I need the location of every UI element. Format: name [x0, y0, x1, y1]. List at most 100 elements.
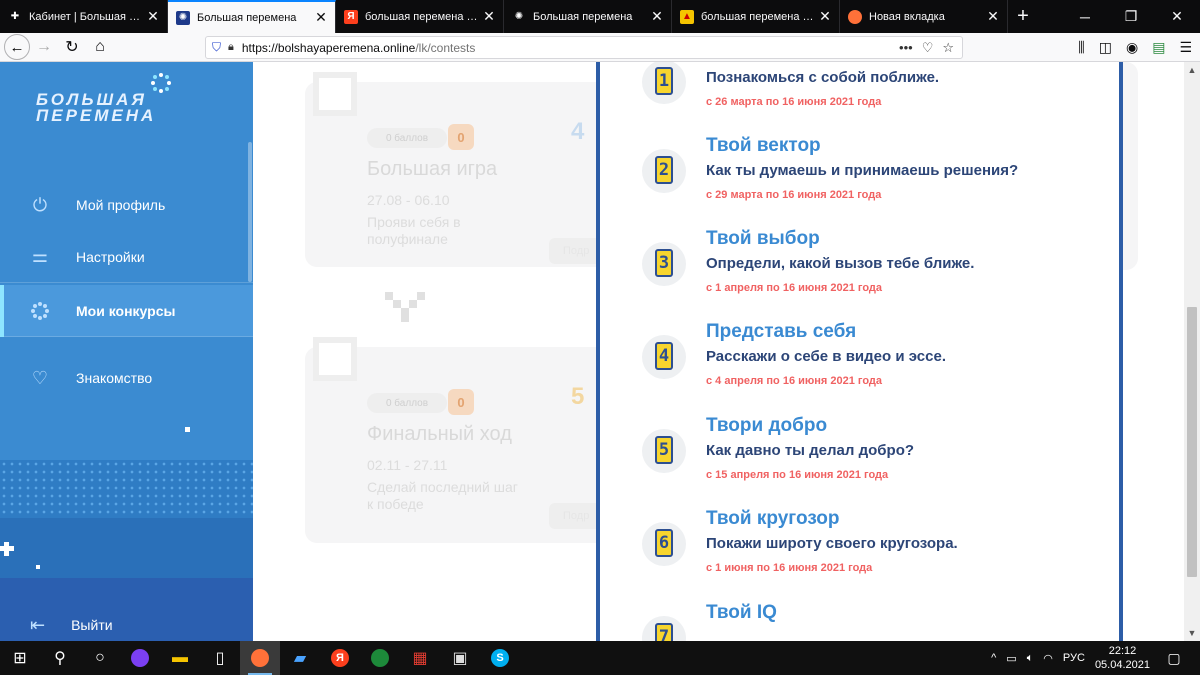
dots-logo-icon: ✺	[176, 10, 190, 25]
sidebar-item-acquaintance[interactable]: ♡ Знакомство	[0, 352, 253, 404]
close-tab-icon[interactable]: ✕	[313, 9, 329, 26]
app-icon[interactable]	[360, 641, 400, 675]
stage-number: 3	[655, 249, 673, 277]
site-logo[interactable]: БОЛЬШАЯ ПЕРЕМЕНА	[36, 91, 157, 125]
clock-date: 05.04.2021	[1094, 659, 1150, 671]
notepad-icon[interactable]: ▯	[200, 641, 240, 675]
menu-icon[interactable]: ☰	[1179, 39, 1192, 56]
library-icon[interactable]: ⫼	[1078, 39, 1084, 56]
battery-icon[interactable]: ▭	[1006, 652, 1016, 665]
windows-start-icon[interactable]: ⊞	[0, 641, 40, 675]
pixel-decoration	[4, 542, 9, 556]
close-tab-icon[interactable]: ✕	[481, 8, 497, 25]
card-dates: 02.11 - 27.11	[367, 457, 448, 473]
close-tab-icon[interactable]: ✕	[649, 8, 665, 25]
stage-number: 7	[655, 623, 673, 641]
wifi-icon[interactable]: ◠	[1043, 652, 1053, 665]
close-tab-icon[interactable]: ✕	[817, 8, 833, 25]
points-badge: 0 баллов	[367, 393, 447, 413]
back-button[interactable]: ←	[4, 34, 30, 60]
notification-icon[interactable]: ▢	[1160, 650, 1188, 667]
browser-tab[interactable]: Я большая перемена — Я ✕	[336, 0, 504, 33]
sidebar-scrollbar[interactable]	[248, 142, 252, 282]
page-actions-icon[interactable]: •••	[899, 40, 913, 56]
alice-icon[interactable]	[120, 641, 160, 675]
card-description: Сделай последний шаг к победе	[367, 479, 518, 512]
decoration-band	[0, 518, 253, 578]
minimize-icon[interactable]: ─	[1062, 0, 1108, 33]
url-path: /lk/contests	[415, 40, 476, 55]
stage-number-badge: 3	[642, 242, 686, 286]
account-icon[interactable]: ◉	[1126, 39, 1138, 56]
card-title: Большая игра	[367, 158, 498, 180]
task-view-icon[interactable]: ○	[80, 641, 120, 675]
extension-icon[interactable]: ▤	[1152, 39, 1165, 56]
stage-number: 1	[655, 67, 673, 95]
lock-icon[interactable]: 🔒︎	[228, 41, 234, 54]
toolbar-right: ⫼ ◫ ◉ ▤ ☰	[1078, 33, 1192, 62]
chevron-down-icon	[385, 292, 425, 322]
stage-subtitle: Расскажи о себе в видео и эссе.	[706, 348, 946, 365]
stage-number: 4	[571, 118, 585, 145]
pixel-decoration	[185, 427, 190, 432]
plus-icon: ✚	[10, 11, 20, 22]
file-explorer-icon[interactable]: ▬	[160, 641, 200, 675]
tab-title: Новая вкладка	[869, 10, 945, 23]
sidebar-item-label: Мой профиль	[76, 197, 166, 213]
system-tray: ^ ▭ 🔈︎ ◠ РУС 22:12 05.04.2021 ▢	[991, 644, 1200, 672]
search-icon[interactable]: ⚲	[40, 641, 80, 675]
browser-tab[interactable]: ▲ большая перемена кон ✕	[672, 0, 840, 33]
bookmark-star-icon[interactable]: ☆	[942, 40, 954, 56]
volume-icon[interactable]: 🔈︎	[1027, 652, 1034, 665]
stage-subtitle: Покажи широту своего кругозора.	[706, 535, 958, 552]
tab-title: Большая перемена	[197, 11, 297, 24]
skype-icon[interactable]: S	[480, 641, 520, 675]
url-bar[interactable]: ⛉ 🔒︎ https://bolshayaperemena.online/lk/…	[205, 36, 963, 59]
browser-tab-active[interactable]: ✺ Большая перемена ✕	[168, 0, 336, 33]
reload-button[interactable]: ↻	[58, 34, 86, 60]
scrollbar-thumb[interactable]	[1187, 307, 1197, 577]
home-button[interactable]: ⌂	[86, 34, 114, 60]
logout-button[interactable]: ⇤ Выйти	[0, 610, 253, 640]
sidebar-toggle-icon[interactable]: ◫	[1099, 39, 1112, 56]
yandex-icon: Я	[344, 9, 358, 24]
browser-tab[interactable]: ✚ Кабинет | Большая пере ✕	[0, 0, 168, 33]
logo-line-2: ПЕРЕМЕНА	[36, 106, 157, 125]
window-controls: ─ ❐ ✕	[1062, 0, 1200, 33]
new-tab-button[interactable]: +	[1008, 0, 1038, 33]
stage-number-badge: 2	[642, 149, 686, 193]
language-indicator[interactable]: РУС	[1063, 652, 1085, 664]
close-tab-icon[interactable]: ✕	[985, 8, 1001, 25]
sidebar-item-settings[interactable]: ⚌ Настройки	[0, 231, 253, 283]
close-tab-icon[interactable]: ✕	[145, 8, 161, 25]
yandex-browser-icon[interactable]: Я	[320, 641, 360, 675]
page-content: БОЛЬШАЯ ПЕРЕМЕНА ⏻ Мой профиль ⚌ Настрой…	[0, 62, 1200, 641]
stage-title: Твой кругозор	[706, 508, 840, 529]
stage-subtitle: Познакомься с собой поближе.	[706, 69, 940, 86]
pocket-icon[interactable]: ♡	[922, 40, 934, 56]
firefox-taskbar-icon[interactable]	[240, 641, 280, 675]
dots-logo-icon: ✺	[514, 11, 524, 22]
stage-title: Твой вектор	[706, 135, 821, 156]
sidebar-item-label: Знакомство	[76, 370, 153, 386]
browser-tab[interactable]: Новая вкладка ✕	[840, 0, 1008, 33]
forward-button[interactable]: →	[30, 34, 58, 60]
page-scrollbar[interactable]: ▲ ▼	[1184, 62, 1200, 641]
browser-tab[interactable]: ✺ Большая перемена ✕	[504, 0, 672, 33]
coin-icon: 0	[448, 124, 474, 150]
scroll-up-icon[interactable]: ▲	[1184, 62, 1200, 78]
scroll-down-icon[interactable]: ▼	[1184, 625, 1200, 641]
sidebar-item-profile[interactable]: ⏻ Мой профиль	[0, 179, 253, 231]
clock[interactable]: 22:12 05.04.2021	[1095, 644, 1150, 672]
card-checkbox	[313, 337, 357, 381]
restore-icon[interactable]: ❐	[1108, 0, 1154, 33]
laptop-icon[interactable]: ▰	[280, 641, 320, 675]
photos-app-icon[interactable]: ▣	[440, 641, 480, 675]
sidebar-item-contests[interactable]: Мои конкурсы	[0, 285, 253, 337]
tray-chevron-icon[interactable]: ^	[991, 652, 996, 664]
close-window-icon[interactable]: ✕	[1154, 0, 1200, 33]
browser-nav-bar: ← → ↻ ⌂ ⛉ 🔒︎ https://bolshayaperemena.on…	[0, 33, 1200, 62]
heart-message-icon: ♡	[31, 367, 49, 388]
media-app-icon[interactable]: ▦	[400, 641, 440, 675]
tracking-shield-icon[interactable]: ⛉	[212, 40, 221, 55]
